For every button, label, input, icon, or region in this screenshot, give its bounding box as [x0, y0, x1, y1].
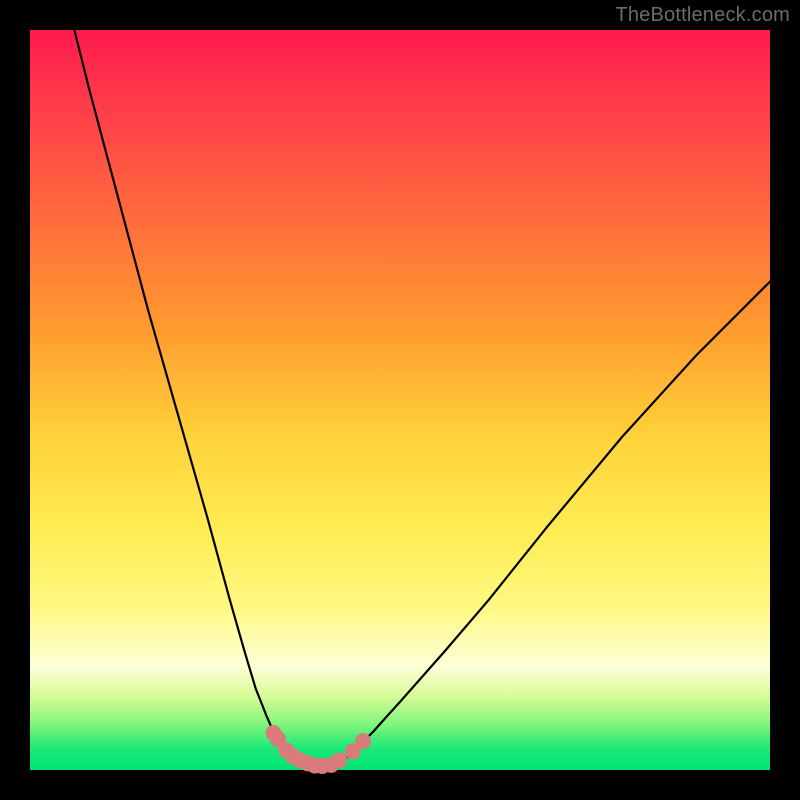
curve-left: [74, 30, 320, 769]
chart-frame: TheBottleneck.com: [0, 0, 800, 800]
watermark-text: TheBottleneck.com: [615, 4, 790, 27]
curve-right: [320, 282, 770, 769]
marker-dots: [265, 725, 371, 774]
dot: [331, 752, 347, 768]
dot: [355, 733, 371, 749]
chart-svg: [30, 30, 770, 770]
